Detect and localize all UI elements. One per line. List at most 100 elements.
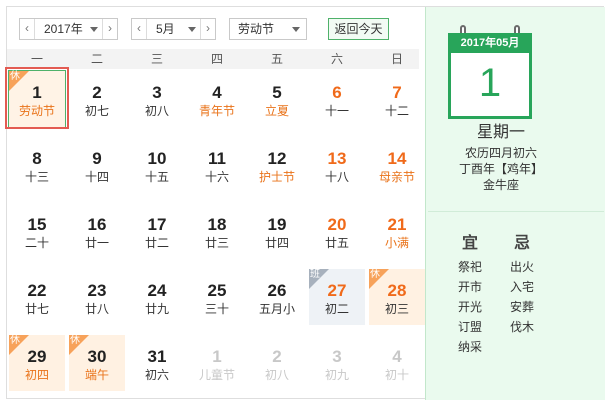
day-cell[interactable]: 7 十二 [369,71,425,127]
ji-heading: 忌 [513,233,530,252]
lunar-or-festival-label: 青年节 [198,104,235,118]
year-selector[interactable]: ‹ 2017年 › [19,18,118,40]
holiday-selector[interactable]: 劳动节 [229,18,307,40]
lunar-or-festival-label: 十五 [144,170,169,184]
lunar-or-festival-label: 十一 [324,104,349,118]
day-cell[interactable]: 19 廿四 [249,203,305,259]
day-number: 3 [332,347,342,366]
weekday-label: 二 [90,52,103,66]
day-cell[interactable]: 休 29 初四 [9,335,65,391]
month-selector[interactable]: ‹ 5月 › [131,18,216,40]
weekday-header: 一 二 三 四 五 六 日 [7,49,419,69]
day-number: 7 [392,83,402,102]
day-cell[interactable]: 20 廿五 [309,203,365,259]
day-cell[interactable]: 1 儿童节 [189,335,245,391]
ji-item: 伐木 [509,320,534,334]
day-cell[interactable]: 13 十八 [309,137,365,193]
weekday-label: 一 [30,52,43,66]
corner-badge-label: 班 [310,269,320,280]
lunar-or-festival-label: 十八 [324,170,349,184]
day-cell[interactable]: 休 30 端午 [69,335,125,391]
day-cell[interactable]: 12 护士节 [249,137,305,193]
weekday-label: 日 [390,52,403,66]
yi-item: 开光 [457,300,482,314]
chevron-left-icon[interactable]: ‹ [20,19,35,39]
day-cell[interactable]: 9 十四 [69,137,125,193]
lunar-or-festival-label: 廿三 [204,236,229,250]
lunar-or-festival-label: 初八 [264,368,289,382]
lunar-or-festival-label: 初六 [144,368,169,382]
day-number: 12 [267,149,287,168]
day-number: 31 [147,347,167,366]
detail-lunar-date: 农历四月初六 [464,146,537,160]
weekday-label: 三 [150,52,163,66]
weekday-label: 六 [330,52,343,66]
lunar-or-festival-label: 小满 [384,236,409,250]
day-cell[interactable]: 班 27 初二 [309,269,365,325]
day-cell[interactable]: 3 初八 [129,71,185,127]
holiday-select-value[interactable]: 劳动节 [238,19,274,39]
day-cell[interactable]: 4 初十 [369,335,425,391]
day-cell[interactable]: 14 母亲节 [369,137,425,193]
month-select-value[interactable]: 5月 [156,19,175,39]
back-to-today-button[interactable]: 返回今天 [328,18,389,40]
day-cell[interactable]: 6 十一 [309,71,365,127]
ji-list: 出火 入宅 安葬 伐木 [502,257,542,337]
day-number: 21 [387,215,407,234]
day-cell[interactable]: 5 立夏 [249,71,305,127]
chevron-down-icon[interactable] [292,27,300,32]
weekday-label: 四 [210,52,223,66]
day-cell[interactable]: 24 廿九 [129,269,185,325]
day-number: 26 [267,281,287,300]
lunar-or-festival-label: 廿九 [144,302,169,316]
day-cell[interactable]: 4 青年节 [189,71,245,127]
day-cell[interactable]: 16 廿一 [69,203,125,259]
day-number: 17 [147,215,167,234]
day-cell[interactable]: 21 小满 [369,203,425,259]
day-cell[interactable]: 休 28 初三 [369,269,425,325]
detail-zodiac: 金牛座 [482,178,519,192]
calendar-icon-day: 1 [478,61,502,105]
lunar-or-festival-label: 初九 [324,368,349,382]
day-cell[interactable]: 15 二十 [9,203,65,259]
lunar-or-festival-label: 三十 [204,302,229,316]
day-cell[interactable]: 31 初六 [129,335,185,391]
day-cell[interactable]: 10 十五 [129,137,185,193]
lunar-or-festival-label: 十三 [24,170,49,184]
chevron-left-icon[interactable]: ‹ [132,19,147,39]
day-cell[interactable]: 2 初七 [69,71,125,127]
day-cell[interactable]: 3 初九 [309,335,365,391]
ji-item: 安葬 [509,300,534,314]
ji-item: 入宅 [509,280,534,294]
day-number: 27 [327,281,347,300]
chevron-right-icon[interactable]: › [102,19,117,39]
chevron-down-icon[interactable] [90,27,98,32]
day-number: 19 [267,215,287,234]
day-cell[interactable]: 22 廿七 [9,269,65,325]
day-number: 25 [207,281,227,300]
day-number: 2 [92,83,102,102]
day-number: 1 [32,83,42,102]
calendar-icon-body: 1 [448,53,532,119]
detail-divider [428,211,604,212]
day-number: 6 [332,83,342,102]
day-number: 4 [212,83,222,102]
lunar-or-festival-label: 廿四 [264,236,289,250]
day-cell[interactable]: 25 三十 [189,269,245,325]
day-cell[interactable]: 18 廿三 [189,203,245,259]
day-cell[interactable]: 2 初八 [249,335,305,391]
day-cell[interactable]: 26 五月小 [249,269,305,325]
day-cell[interactable]: 17 廿二 [129,203,185,259]
chevron-down-icon[interactable] [188,27,196,32]
yi-item: 纳采 [457,340,482,354]
day-cell[interactable]: 11 十六 [189,137,245,193]
year-select-value[interactable]: 2017年 [44,19,83,39]
day-number: 16 [87,215,107,234]
day-cell[interactable]: 23 廿八 [69,269,125,325]
day-cell[interactable]: 8 十三 [9,137,65,193]
lunar-or-festival-label: 端午 [84,368,109,382]
day-cell[interactable]: 休 1 劳动节 [5,67,69,129]
lunar-or-festival-label: 廿七 [24,302,49,316]
lunar-or-festival-label: 初三 [384,302,409,316]
chevron-right-icon[interactable]: › [200,19,215,39]
